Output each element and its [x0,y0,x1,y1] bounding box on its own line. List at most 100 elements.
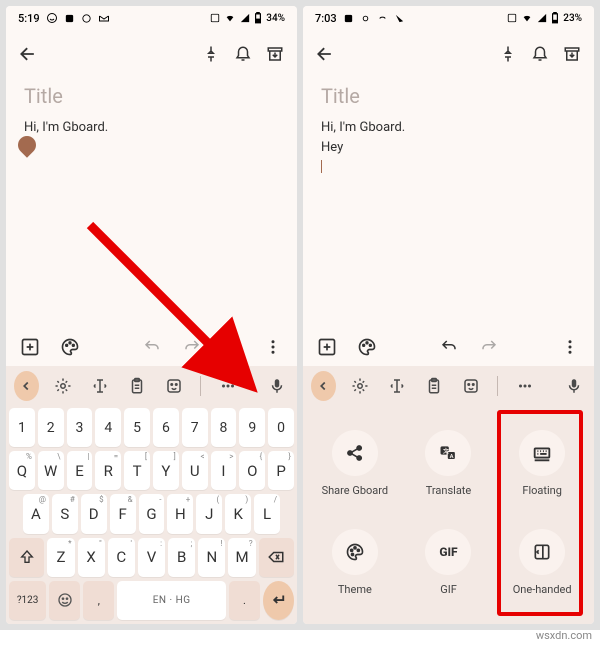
status-bar: 5:19 34% [6,6,297,30]
key-w[interactable]: \W [38,451,64,490]
pin-button[interactable] [199,42,223,66]
more-icon[interactable] [512,371,537,401]
key-4[interactable]: 4 [95,408,121,447]
settings-icon[interactable] [348,371,373,401]
palette-button[interactable] [355,335,379,359]
clipboard-icon[interactable] [125,371,150,401]
key-1[interactable]: 1 [9,408,35,447]
keyboard-toolbar [6,366,297,406]
add-box-button[interactable] [18,335,42,359]
reminder-button[interactable] [528,42,552,66]
note-editor[interactable]: Title Hi, I'm Gboard. Hey [303,78,594,326]
bottom-row: ?123 , EN · HG . [9,581,294,620]
comma-key[interactable]: , [83,581,114,620]
enter-key[interactable] [263,581,294,620]
redo-button[interactable] [477,335,501,359]
symbol-key[interactable]: ?123 [9,581,46,620]
key-d[interactable]: $D [81,494,107,533]
title-input[interactable]: Title [321,84,576,108]
key-y[interactable]: ]Y [153,451,179,490]
undo-button[interactable] [437,335,461,359]
key-x[interactable]: "X [78,538,105,577]
key-0[interactable]: 0 [268,408,294,447]
mail-icon [98,12,110,24]
pin-button[interactable] [496,42,520,66]
space-key[interactable]: EN · HG [117,581,226,620]
key-z[interactable]: *Z [47,538,74,577]
key-p[interactable]: }P [268,451,294,490]
key-c[interactable]: 'C [108,538,135,577]
key-o[interactable]: {O [239,451,265,490]
screenshot-left: 5:19 34% [6,6,297,624]
more-icon[interactable] [215,371,240,401]
key-l[interactable]: /L [254,494,280,533]
key-j[interactable]: (J [196,494,222,533]
clipboard-icon[interactable] [422,371,447,401]
key-8[interactable]: 8 [211,408,237,447]
add-box-button[interactable] [315,335,339,359]
archive-button[interactable] [560,42,584,66]
emoji-key[interactable] [49,581,80,620]
mic-icon[interactable] [561,371,586,401]
redo-button[interactable] [180,335,204,359]
key-e[interactable]: |E [67,451,93,490]
key-3[interactable]: 3 [67,408,93,447]
undo-button[interactable] [140,335,164,359]
svg-text:文: 文 [443,447,449,455]
sticker-icon[interactable] [162,371,187,401]
more-button[interactable] [558,335,582,359]
note-editor[interactable]: Title Hi, I'm Gboard. [6,78,297,326]
key-v[interactable]: :V [138,538,165,577]
key-k[interactable]: )K [225,494,251,533]
menu-theme[interactable]: Theme [309,515,401,610]
archive-button[interactable] [263,42,287,66]
mic-icon[interactable] [264,371,289,401]
period-key[interactable]: . [229,581,260,620]
key-7[interactable]: 7 [182,408,208,447]
key-a[interactable]: @A [23,494,49,533]
menu-translate[interactable]: 文A Translate [403,416,495,511]
sticker-icon[interactable] [459,371,484,401]
note-body[interactable]: Hi, I'm Gboard. Hey [321,118,576,177]
back-button[interactable] [313,42,337,66]
key-6[interactable]: 6 [153,408,179,447]
key-t[interactable]: [T [124,451,150,490]
key-s[interactable]: #S [52,494,78,533]
key-u[interactable]: <U [182,451,208,490]
number-row: 1 2 3 4 5 6 7 8 9 0 [9,408,294,447]
backspace-key[interactable] [259,538,294,577]
collapse-toolbar-button[interactable] [14,371,39,401]
menu-one-handed[interactable]: One-handed [496,515,588,610]
key-b[interactable]: ;B [168,538,195,577]
title-input[interactable]: Title [24,84,279,108]
menu-share-gboard[interactable]: Share Gboard [309,416,401,511]
settings-icon[interactable] [51,371,76,401]
back-button[interactable] [16,42,40,66]
collapse-toolbar-button[interactable] [311,371,336,401]
share-icon [332,430,378,476]
key-g[interactable]: -G [139,494,165,533]
note-body[interactable]: Hi, I'm Gboard. [24,118,279,138]
key-9[interactable]: 9 [239,408,265,447]
reminder-button[interactable] [231,42,255,66]
shift-key[interactable] [9,538,44,577]
more-button[interactable] [261,335,285,359]
key-f[interactable]: &F [110,494,136,533]
key-m[interactable]: ?M [228,538,255,577]
text-select-icon[interactable] [385,371,410,401]
menu-gif[interactable]: GIF GIF [403,515,495,610]
watermark: wsxdn.com [536,629,592,642]
qwerty-row-2: @A #S $D &F -G +H (J )K /L [9,494,294,533]
key-n[interactable]: !N [198,538,225,577]
key-q[interactable]: %Q [9,451,35,490]
text-select-icon[interactable] [88,371,113,401]
palette-button[interactable] [58,335,82,359]
key-i[interactable]: >I [211,451,237,490]
key-2[interactable]: 2 [38,408,64,447]
key-r[interactable]: =R [95,451,121,490]
menu-floating[interactable]: Floating [496,416,588,511]
text-cursor [321,160,322,173]
format-toolbar [6,326,297,366]
key-h[interactable]: +H [167,494,193,533]
key-5[interactable]: 5 [124,408,150,447]
